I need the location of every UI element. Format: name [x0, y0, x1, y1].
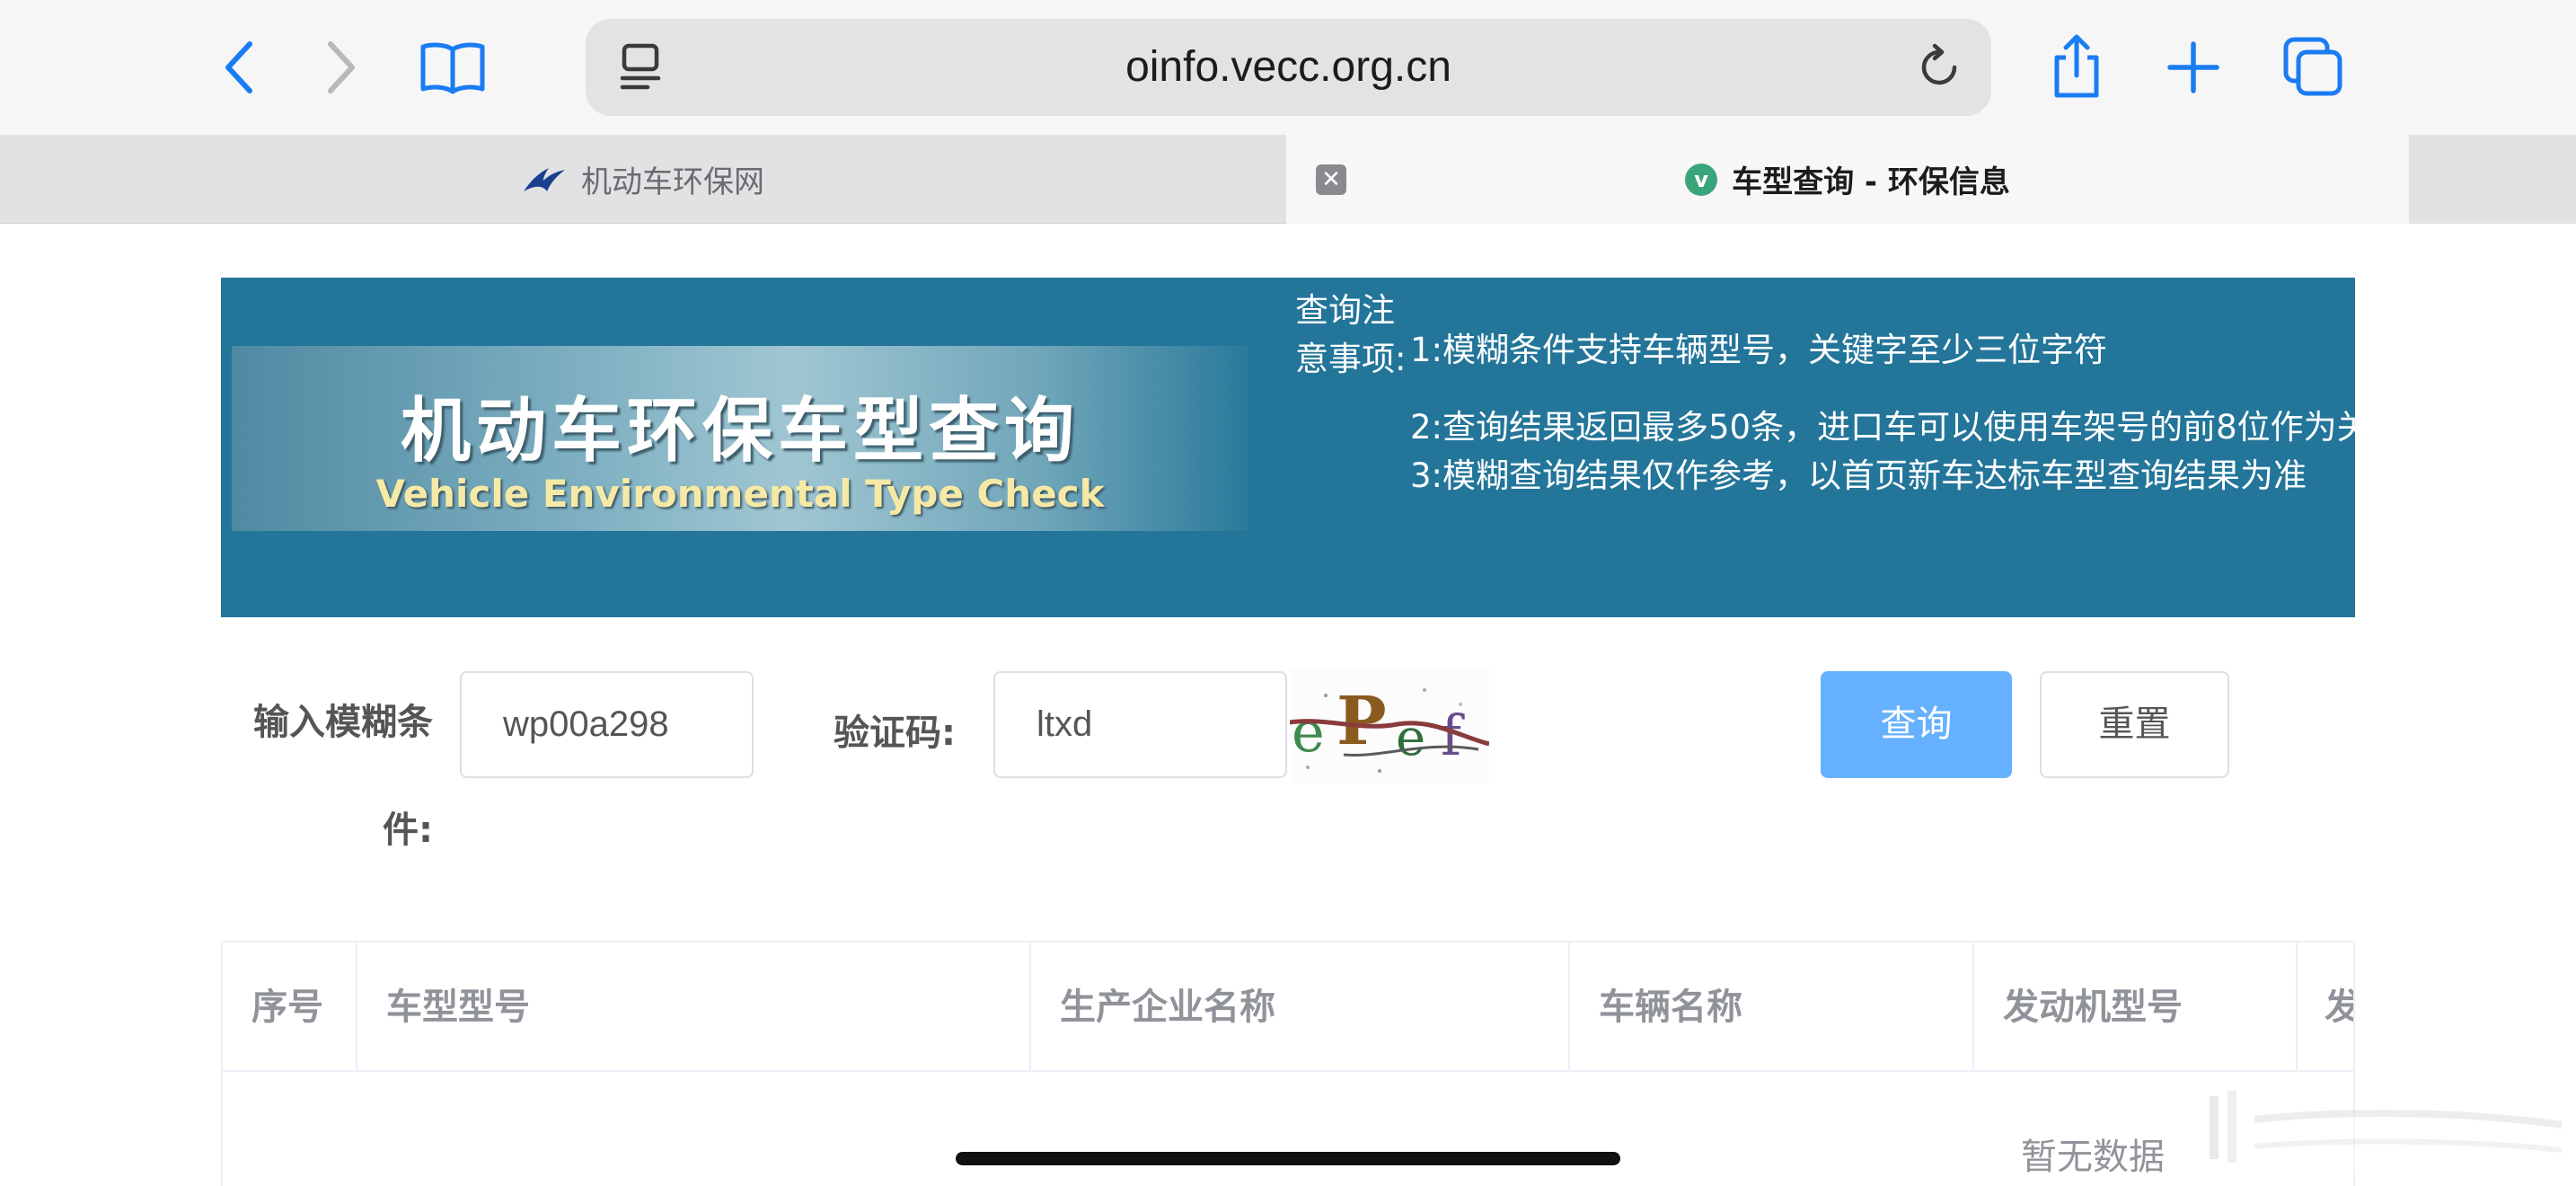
back-icon[interactable]: [212, 36, 266, 99]
captcha-char: e: [1396, 709, 1425, 767]
reset-button[interactable]: 重置: [2040, 671, 2229, 778]
share-icon[interactable]: [2046, 31, 2107, 102]
tab-vehicle-env-site[interactable]: 机动车环保网: [0, 135, 1286, 224]
table-header: 序号 车型型号 生产企业名称 车辆名称 发动机型号 发: [223, 943, 2353, 1072]
home-indicator[interactable]: [956, 1152, 1620, 1165]
address-bar[interactable]: oinfo.vecc.org.cn: [586, 19, 1991, 116]
browser-toolbar: oinfo.vecc.org.cn: [0, 0, 2576, 135]
bookmarks-icon[interactable]: [417, 36, 489, 99]
note-item: 1:模糊条件支持车辆型号，关键字至少三位字符: [1410, 331, 2108, 369]
favicon-letter: v: [1685, 163, 1718, 196]
forward-icon[interactable]: [314, 36, 368, 99]
reload-icon[interactable]: [1913, 40, 1967, 94]
tab-bar: 机动车环保网 v 车型查询 - 环保信息 ✕: [0, 135, 2576, 224]
v-badge-icon: v: [1685, 163, 1718, 196]
captcha-input[interactable]: ltxd: [993, 671, 1287, 778]
column-header-index: 序号: [223, 943, 357, 1072]
query-notes: 1:模糊条件支持车辆型号，关键字至少三位字符 2:查询结果返回最多50条，进口车…: [1410, 326, 2569, 500]
tab-title: 机动车环保网: [581, 164, 764, 200]
empty-state-text: 暂无数据: [2021, 1137, 2165, 1178]
watermark-logo: [2192, 1084, 2569, 1184]
logo-title-en: Vehicle Environmental Type Check: [375, 472, 1105, 516]
url-text[interactable]: oinfo.vecc.org.cn: [586, 19, 1991, 116]
new-tab-icon[interactable]: [2163, 36, 2224, 99]
tab-vehicle-query[interactable]: v 车型查询 - 环保信息: [1286, 135, 2409, 224]
note-item: 3:模糊查询结果仅作参考，以首页新车达标车型查询结果为准: [1410, 456, 2307, 495]
site-logo: 机动车环保车型查询 Vehicle Environmental Type Che…: [232, 346, 1248, 531]
captcha-char: e: [1292, 699, 1325, 765]
notes-label: 查询注意事项:: [1295, 291, 1407, 378]
page-banner: 机动车环保车型查询 Vehicle Environmental Type Che…: [221, 278, 2503, 617]
captcha-image[interactable]: e P e f: [1289, 668, 1490, 783]
fuzzy-condition-input[interactable]: wp00a298: [460, 671, 754, 778]
logo-title-cn: 机动车环保车型查询: [400, 391, 1080, 472]
column-header-vehicle-name: 车辆名称: [1570, 943, 1974, 1072]
captcha-label: 验证码:: [834, 712, 956, 754]
query-button[interactable]: 查询: [1821, 671, 2012, 778]
tab-bar-spacer: [2409, 135, 2576, 224]
column-header-engine-model: 发动机型号: [1974, 943, 2298, 1072]
captcha-char: P: [1337, 683, 1387, 760]
close-tab-icon[interactable]: ✕: [1316, 164, 1346, 195]
fuzzy-condition-label: 输入模糊条件:: [253, 702, 433, 851]
tab-title: 车型查询 - 环保信息: [1732, 164, 2010, 200]
column-header-manufacturer: 生产企业名称: [1031, 943, 1570, 1072]
note-item: 2:查询结果返回最多50条，进口车可以使用车架号的前8位作为关键字查询: [1410, 408, 2503, 447]
bird-logo-icon: [522, 164, 567, 195]
tabs-icon[interactable]: [2281, 34, 2346, 101]
column-header-truncated: 发: [2298, 943, 2353, 1072]
column-header-model: 车型型号: [357, 943, 1031, 1072]
